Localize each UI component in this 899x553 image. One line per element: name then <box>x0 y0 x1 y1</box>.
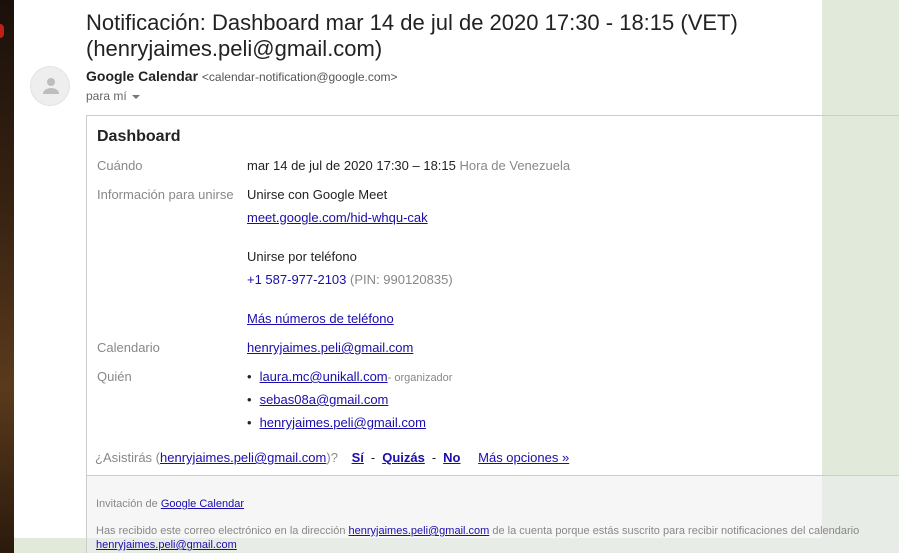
guest-email[interactable]: sebas08a@gmail.com <box>260 392 389 407</box>
event-title: Dashboard <box>97 128 181 145</box>
timezone: Hora de Venezuela <box>459 158 571 173</box>
person-icon <box>43 78 59 94</box>
rsvp-prefix: ¿Asistirás ( <box>95 450 160 465</box>
guest-email[interactable]: laura.mc@unikall.com <box>260 369 388 384</box>
notification-dot <box>0 24 4 38</box>
notice-calendar-link[interactable]: henryjaimes.peli@gmail.com <box>96 539 237 551</box>
more-options-link[interactable]: Más opciones » <box>478 450 569 465</box>
invitation-card: Dashboard Cuándo mar 14 de jul de 2020 1… <box>86 115 899 553</box>
rsvp-row: ¿Asistirás (henryjaimes.peli@gmail.com)?… <box>95 450 569 465</box>
recipient-label: para mí <box>86 89 127 103</box>
guest-item: sebas08a@gmail.com <box>247 392 389 407</box>
sender: Google Calendar <calendar-notification@g… <box>86 68 398 84</box>
rsvp-maybe-button[interactable]: Quizás <box>382 450 425 465</box>
rsvp-no-button[interactable]: No <box>443 450 460 465</box>
recipient-dropdown[interactable]: para mí <box>86 89 140 103</box>
guest-email[interactable]: henryjaimes.peli@gmail.com <box>260 415 426 430</box>
notice-middle: de la cuenta porque estás suscrito para … <box>489 525 860 537</box>
when-value: mar 14 de jul de 2020 17:30 – 18:15 Hora… <box>247 158 570 173</box>
notice-email-link[interactable]: henryjaimes.peli@gmail.com <box>349 525 490 537</box>
rsvp-yes-button[interactable]: Sí <box>352 450 364 465</box>
google-calendar-link[interactable]: Google Calendar <box>161 498 244 510</box>
email-subject: Notificación: Dashboard mar 14 de jul de… <box>86 10 738 61</box>
footer: Invitación de Google Calendar Has recibi… <box>87 475 899 553</box>
calendar-link[interactable]: henryjaimes.peli@gmail.com <box>247 340 413 355</box>
separator: - <box>370 450 376 465</box>
meet-label: Unirse con Google Meet <box>247 187 388 202</box>
sender-address: <calendar-notification@google.com> <box>201 70 398 84</box>
phone-label: Unirse por teléfono <box>247 249 357 264</box>
caret-down-icon <box>131 94 140 99</box>
guest-item: henryjaimes.peli@gmail.com <box>247 415 426 430</box>
invite-prefix: Invitación de <box>96 498 161 510</box>
guest-item: laura.mc@unikall.com- organizador <box>247 369 453 384</box>
notice-prefix: Has recibido este correo electrónico en … <box>96 525 349 537</box>
rsvp-suffix: )? <box>326 450 338 465</box>
calendar-label: Calendario <box>97 340 160 355</box>
phone-number[interactable]: +1 587-977-2103 <box>247 272 346 287</box>
phone-pin: (PIN: 990120835) <box>350 272 453 287</box>
rsvp-email[interactable]: henryjaimes.peli@gmail.com <box>160 450 326 465</box>
sender-name: Google Calendar <box>86 68 199 84</box>
organizer-tag: - organizador <box>387 372 453 384</box>
join-label: Información para unirse <box>97 187 234 202</box>
meet-link[interactable]: meet.google.com/hid-whqu-cak <box>247 210 428 225</box>
separator: - <box>431 450 437 465</box>
more-numbers-link[interactable]: Más números de teléfono <box>247 311 394 326</box>
who-label: Quién <box>97 369 132 384</box>
avatar[interactable] <box>30 66 70 106</box>
when-label: Cuándo <box>97 158 143 173</box>
background-window-strip <box>0 0 14 553</box>
when-datetime: mar 14 de jul de 2020 17:30 – 18:15 <box>247 158 456 173</box>
